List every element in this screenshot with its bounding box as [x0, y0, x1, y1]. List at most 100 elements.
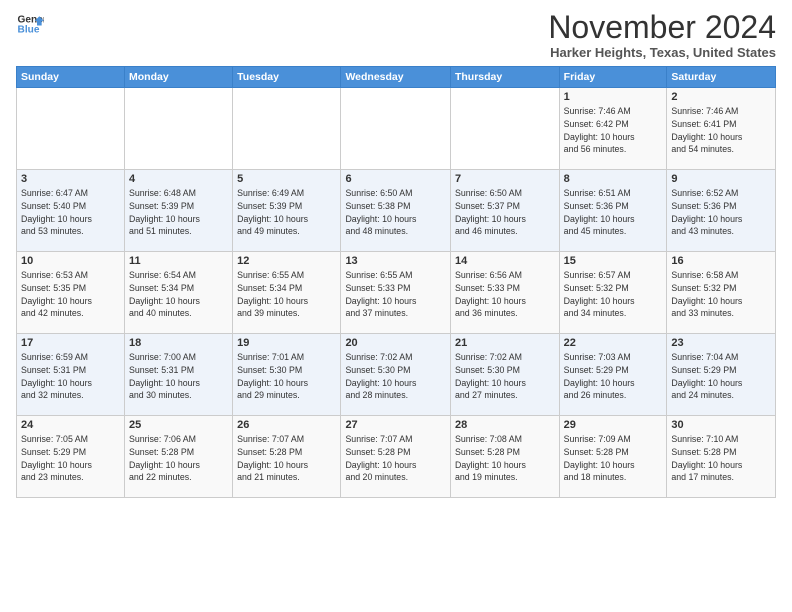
- title-block: November 2024 Harker Heights, Texas, Uni…: [548, 10, 776, 60]
- logo: General Blue: [16, 10, 44, 38]
- day-number: 26: [237, 419, 336, 431]
- day-info: Sunrise: 6:50 AM Sunset: 5:37 PM Dayligh…: [455, 187, 555, 238]
- header-cell-monday: Monday: [125, 67, 233, 88]
- day-cell: 10 Sunrise: 6:53 AM Sunset: 5:35 PM Dayli…: [17, 252, 125, 334]
- day-number: 6: [345, 173, 446, 185]
- day-info: Sunrise: 6:55 AM Sunset: 5:33 PM Dayligh…: [345, 269, 446, 320]
- day-info: Sunrise: 6:58 AM Sunset: 5:32 PM Dayligh…: [671, 269, 771, 320]
- day-info: Sunrise: 7:46 AM Sunset: 6:41 PM Dayligh…: [671, 105, 771, 156]
- day-cell: 6Sunrise: 6:50 AM Sunset: 5:38 PM Daylig…: [341, 170, 451, 252]
- day-number: 4: [129, 173, 228, 185]
- day-number: 25: [129, 419, 228, 431]
- day-cell: 3 Sunrise: 6:47 AM Sunset: 5:40 PM Daylig…: [17, 170, 125, 252]
- day-cell: 1 Sunrise: 7:46 AM Sunset: 6:42 PM Daylig…: [559, 88, 667, 170]
- day-number: 3: [21, 173, 120, 185]
- day-cell: 18 Sunrise: 7:00 AM Sunset: 5:31 PM Dayli…: [125, 334, 233, 416]
- day-info: Sunrise: 6:47 AM Sunset: 5:40 PM Dayligh…: [21, 187, 120, 238]
- header-cell-friday: Friday: [559, 67, 667, 88]
- day-info: Sunrise: 6:52 AM Sunset: 5:36 PM Dayligh…: [671, 187, 771, 238]
- header: General Blue November 2024 Harker Height…: [16, 10, 776, 60]
- day-cell: 12 Sunrise: 6:55 AM Sunset: 5:34 PM Dayli…: [233, 252, 341, 334]
- day-cell: 14Sunrise: 6:56 AM Sunset: 5:33 PM Dayli…: [450, 252, 559, 334]
- day-number: 2: [671, 91, 771, 103]
- day-number: 10: [21, 255, 120, 267]
- page: General Blue November 2024 Harker Height…: [0, 0, 792, 612]
- day-info: Sunrise: 7:05 AM Sunset: 5:29 PM Dayligh…: [21, 433, 120, 484]
- day-cell: 2 Sunrise: 7:46 AM Sunset: 6:41 PM Daylig…: [667, 88, 776, 170]
- day-info: Sunrise: 7:46 AM Sunset: 6:42 PM Dayligh…: [564, 105, 663, 156]
- week-row-4: 24 Sunrise: 7:05 AM Sunset: 5:29 PM Dayli…: [17, 416, 776, 498]
- header-row: SundayMondayTuesdayWednesdayThursdayFrid…: [17, 67, 776, 88]
- day-cell: 21Sunrise: 7:02 AM Sunset: 5:30 PM Dayli…: [450, 334, 559, 416]
- header-cell-wednesday: Wednesday: [341, 67, 451, 88]
- calendar-table: SundayMondayTuesdayWednesdayThursdayFrid…: [16, 66, 776, 498]
- day-cell: 5 Sunrise: 6:49 AM Sunset: 5:39 PM Daylig…: [233, 170, 341, 252]
- day-cell: 28 Sunrise: 7:08 AM Sunset: 5:28 PM Dayli…: [450, 416, 559, 498]
- header-cell-saturday: Saturday: [667, 67, 776, 88]
- day-number: 28: [455, 419, 555, 431]
- day-info: Sunrise: 6:51 AM Sunset: 5:36 PM Dayligh…: [564, 187, 663, 238]
- day-number: 30: [671, 419, 771, 431]
- day-info: Sunrise: 6:48 AM Sunset: 5:39 PM Dayligh…: [129, 187, 228, 238]
- day-info: Sunrise: 7:02 AM Sunset: 5:30 PM Dayligh…: [345, 351, 446, 402]
- day-number: 5: [237, 173, 336, 185]
- day-cell: 25 Sunrise: 7:06 AM Sunset: 5:28 PM Dayli…: [125, 416, 233, 498]
- day-cell: 20 Sunrise: 7:02 AM Sunset: 5:30 PM Dayli…: [341, 334, 451, 416]
- day-info: Sunrise: 7:01 AM Sunset: 5:30 PM Dayligh…: [237, 351, 336, 402]
- day-cell: 30 Sunrise: 7:10 AM Sunset: 5:28 PM Dayli…: [667, 416, 776, 498]
- day-cell: 15 Sunrise: 6:57 AM Sunset: 5:32 PM Dayli…: [559, 252, 667, 334]
- day-info: Sunrise: 6:54 AM Sunset: 5:34 PM Dayligh…: [129, 269, 228, 320]
- day-info: Sunrise: 6:53 AM Sunset: 5:35 PM Dayligh…: [21, 269, 120, 320]
- day-number: 29: [564, 419, 663, 431]
- day-cell: 19 Sunrise: 7:01 AM Sunset: 5:30 PM Dayli…: [233, 334, 341, 416]
- svg-text:Blue: Blue: [18, 25, 40, 36]
- day-number: 23: [671, 337, 771, 349]
- day-info: Sunrise: 7:03 AM Sunset: 5:29 PM Dayligh…: [564, 351, 663, 402]
- day-info: Sunrise: 7:06 AM Sunset: 5:28 PM Dayligh…: [129, 433, 228, 484]
- header-cell-tuesday: Tuesday: [233, 67, 341, 88]
- day-cell: 22Sunrise: 7:03 AM Sunset: 5:29 PM Dayli…: [559, 334, 667, 416]
- day-number: 19: [237, 337, 336, 349]
- day-number: 21: [455, 337, 555, 349]
- day-number: 11: [129, 255, 228, 267]
- week-row-3: 17Sunrise: 6:59 AM Sunset: 5:31 PM Dayli…: [17, 334, 776, 416]
- logo-icon: General Blue: [16, 10, 44, 38]
- header-cell-sunday: Sunday: [17, 67, 125, 88]
- day-info: Sunrise: 6:56 AM Sunset: 5:33 PM Dayligh…: [455, 269, 555, 320]
- day-cell: 27 Sunrise: 7:07 AM Sunset: 5:28 PM Dayli…: [341, 416, 451, 498]
- day-info: Sunrise: 7:10 AM Sunset: 5:28 PM Dayligh…: [671, 433, 771, 484]
- day-cell: 23 Sunrise: 7:04 AM Sunset: 5:29 PM Dayli…: [667, 334, 776, 416]
- day-number: 9: [671, 173, 771, 185]
- day-number: 1: [564, 91, 663, 103]
- day-cell: 8 Sunrise: 6:51 AM Sunset: 5:36 PM Daylig…: [559, 170, 667, 252]
- day-info: Sunrise: 6:49 AM Sunset: 5:39 PM Dayligh…: [237, 187, 336, 238]
- day-info: Sunrise: 6:55 AM Sunset: 5:34 PM Dayligh…: [237, 269, 336, 320]
- day-number: 12: [237, 255, 336, 267]
- header-cell-thursday: Thursday: [450, 67, 559, 88]
- day-number: 20: [345, 337, 446, 349]
- day-info: Sunrise: 6:59 AM Sunset: 5:31 PM Dayligh…: [21, 351, 120, 402]
- day-info: Sunrise: 7:00 AM Sunset: 5:31 PM Dayligh…: [129, 351, 228, 402]
- day-cell: 26Sunrise: 7:07 AM Sunset: 5:28 PM Dayli…: [233, 416, 341, 498]
- day-info: Sunrise: 7:08 AM Sunset: 5:28 PM Dayligh…: [455, 433, 555, 484]
- day-info: Sunrise: 7:07 AM Sunset: 5:28 PM Dayligh…: [345, 433, 446, 484]
- day-cell: 16 Sunrise: 6:58 AM Sunset: 5:32 PM Dayli…: [667, 252, 776, 334]
- week-row-0: 1 Sunrise: 7:46 AM Sunset: 6:42 PM Daylig…: [17, 88, 776, 170]
- day-number: 8: [564, 173, 663, 185]
- day-cell: 11 Sunrise: 6:54 AM Sunset: 5:34 PM Dayli…: [125, 252, 233, 334]
- day-number: 7: [455, 173, 555, 185]
- day-number: 27: [345, 419, 446, 431]
- day-info: Sunrise: 6:57 AM Sunset: 5:32 PM Dayligh…: [564, 269, 663, 320]
- day-cell: 29Sunrise: 7:09 AM Sunset: 5:28 PM Dayli…: [559, 416, 667, 498]
- day-number: 16: [671, 255, 771, 267]
- day-info: Sunrise: 7:04 AM Sunset: 5:29 PM Dayligh…: [671, 351, 771, 402]
- week-row-1: 3 Sunrise: 6:47 AM Sunset: 5:40 PM Daylig…: [17, 170, 776, 252]
- day-cell: [233, 88, 341, 170]
- day-cell: [17, 88, 125, 170]
- day-number: 18: [129, 337, 228, 349]
- day-cell: 24 Sunrise: 7:05 AM Sunset: 5:29 PM Dayli…: [17, 416, 125, 498]
- day-number: 13: [345, 255, 446, 267]
- day-number: 15: [564, 255, 663, 267]
- day-number: 24: [21, 419, 120, 431]
- day-cell: [341, 88, 451, 170]
